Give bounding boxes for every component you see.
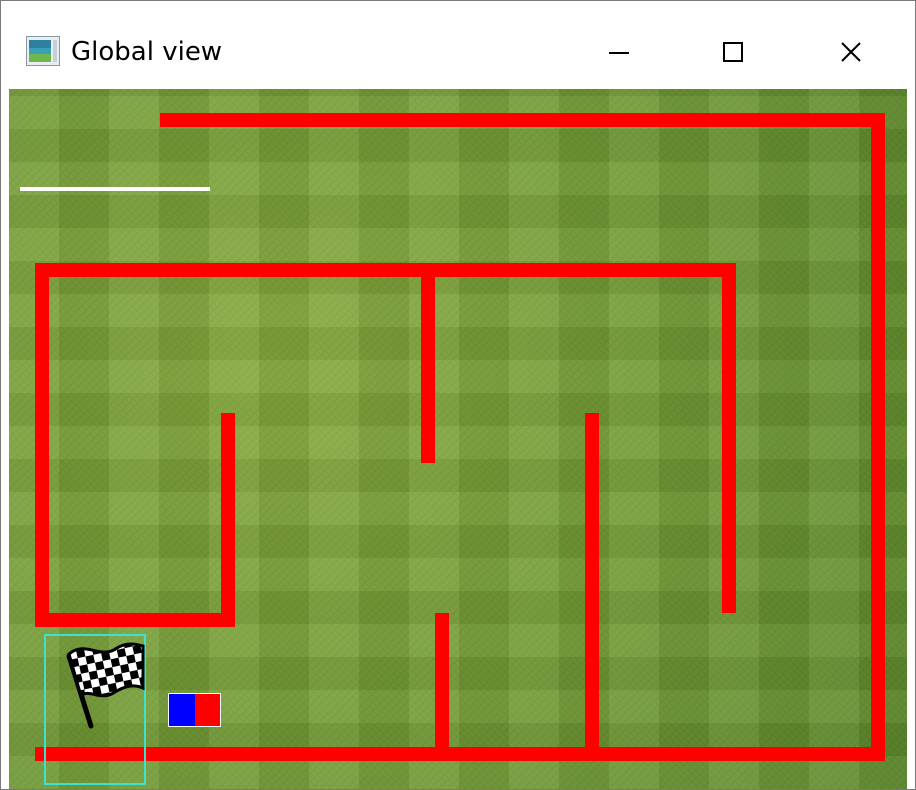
game-field[interactable] [9, 89, 907, 789]
maze-wall [35, 613, 235, 627]
maximize-icon [723, 42, 743, 62]
maze-wall [435, 613, 449, 761]
maze-wall [160, 113, 885, 127]
minimize-icon [609, 52, 629, 54]
maze-wall [35, 747, 885, 761]
player-right-half [194, 694, 220, 726]
close-button[interactable] [819, 17, 879, 87]
close-icon [841, 42, 861, 62]
maximize-button[interactable] [703, 17, 763, 87]
checkered-flag-icon [66, 642, 145, 729]
maze-wall [35, 263, 736, 277]
window-title: Global view [71, 37, 223, 67]
app-window: Global view [0, 0, 916, 790]
minimize-button[interactable] [589, 17, 649, 87]
indicator-line [20, 187, 210, 191]
player-car[interactable] [168, 693, 221, 727]
maze-wall [221, 413, 235, 627]
maze-wall [35, 263, 49, 627]
app-window-icon [26, 36, 60, 66]
maze-wall [871, 113, 885, 761]
maze-wall [421, 263, 435, 463]
title-bar[interactable]: Global view [9, 17, 907, 89]
maze-wall [722, 263, 736, 613]
player-left-half [169, 694, 195, 726]
maze-wall [585, 413, 599, 755]
